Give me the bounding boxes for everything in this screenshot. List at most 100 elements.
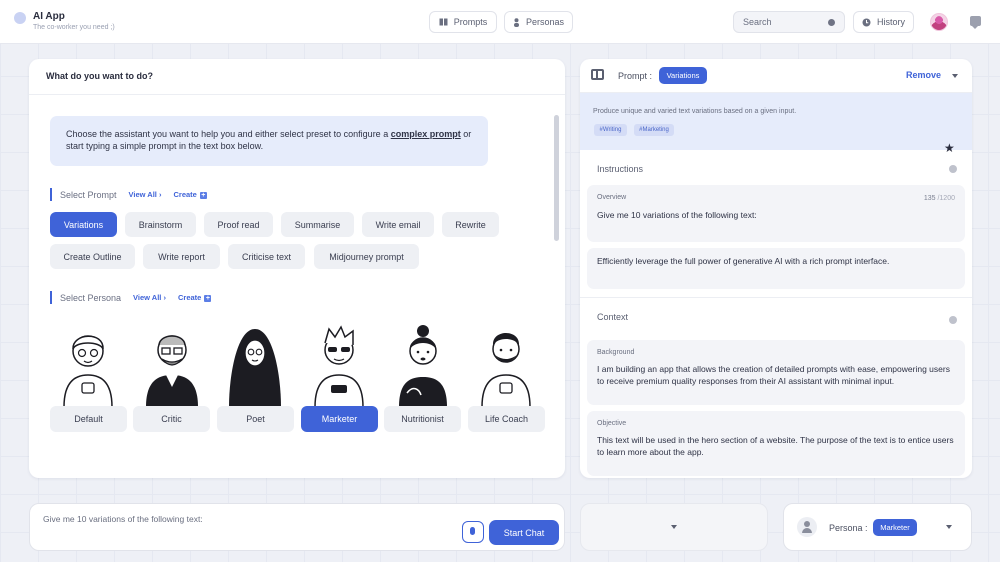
panel-header: What do you want to do?: [29, 59, 565, 95]
chevron-down-icon[interactable]: [946, 525, 952, 529]
prompts-button[interactable]: Prompts: [429, 11, 497, 33]
prompt-badge: Variations: [659, 67, 707, 84]
persona-button-nutritionist[interactable]: Nutritionist: [384, 406, 461, 432]
star-icon[interactable]: ★: [944, 142, 955, 154]
prompt-chip-variations[interactable]: Variations: [50, 212, 117, 237]
view-all-label: View All: [128, 190, 157, 199]
prompt-chip-brainstorm[interactable]: Brainstorm: [125, 212, 196, 237]
select-persona-label: Select Persona: [60, 292, 122, 303]
user-avatar[interactable]: [930, 13, 948, 31]
history-button[interactable]: History: [853, 11, 914, 33]
plus-icon: +: [204, 295, 212, 302]
secondary-text-field[interactable]: Efficiently leverage the full power of g…: [587, 248, 965, 289]
info-text-start: Choose the assistant you want to help yo…: [66, 129, 391, 139]
persona-life-coach-illustration[interactable]: [476, 323, 536, 407]
persona-selector[interactable]: Persona : Marketer: [783, 503, 972, 551]
select-prompt-label: Select Prompt: [60, 189, 117, 200]
complex-prompt-link[interactable]: complex prompt: [391, 129, 461, 139]
prompt-chip-proof-read[interactable]: Proof read: [204, 212, 273, 237]
view-all-prompts-link[interactable]: View All ›: [129, 190, 162, 199]
select-persona-header: Select Persona View All › Create +: [50, 291, 223, 304]
microphone-icon[interactable]: [462, 521, 484, 543]
persona-button-default[interactable]: Default: [50, 406, 127, 432]
background-label: Background: [597, 349, 635, 356]
view-all-label: View All: [133, 293, 162, 302]
section-divider: [580, 297, 972, 298]
personas-button-label: Personas: [525, 17, 565, 27]
section-marker: [50, 188, 52, 201]
persona-button-poet[interactable]: Poet: [217, 406, 294, 432]
persona-label: Persona :: [829, 523, 868, 533]
chevron-down-icon[interactable]: [952, 74, 958, 78]
search-placeholder: Search: [743, 17, 772, 27]
book-icon: [439, 18, 448, 26]
prompt-description-box: Produce unique and varied text variation…: [580, 93, 972, 154]
background-text: I am building an app that allows the cre…: [597, 364, 950, 386]
prompt-detail-panel: Prompt : Variations Remove Produce uniqu…: [580, 59, 972, 478]
persona-nutritionist-illustration[interactable]: [393, 323, 453, 407]
prompt-chip-criticise-text[interactable]: Criticise text: [228, 244, 305, 269]
panel-question: What do you want to do?: [46, 71, 153, 81]
view-all-personas-link[interactable]: View All ›: [133, 293, 166, 302]
search-input[interactable]: Search: [733, 11, 845, 33]
persona-critic-illustration[interactable]: [142, 323, 202, 407]
personas-button[interactable]: Personas: [504, 11, 573, 33]
prompt-description: Produce unique and varied text variation…: [593, 108, 797, 115]
remove-button[interactable]: Remove: [906, 70, 941, 80]
section-marker: [50, 291, 52, 304]
prompt-chip-write-report[interactable]: Write report: [143, 244, 220, 269]
background-field[interactable]: Background I am building an app that all…: [587, 340, 965, 405]
prompt-chip-create-outline[interactable]: Create Outline: [50, 244, 135, 269]
persona-button-marketer[interactable]: Marketer: [301, 406, 378, 432]
plus-icon: +: [199, 192, 207, 199]
start-chat-button[interactable]: Start Chat: [489, 520, 559, 545]
prompts-button-label: Prompts: [453, 17, 488, 27]
top-bar: AI App The co-worker you need ;) Prompts…: [0, 0, 1000, 44]
app-logo-icon: [14, 12, 26, 24]
tag-writing[interactable]: #Writing: [594, 124, 627, 136]
instructions-toggle-icon[interactable]: [949, 165, 957, 173]
persona-marketer-illustration[interactable]: [309, 323, 369, 407]
persona-default-illustration[interactable]: [58, 323, 118, 407]
persona-button-life-coach[interactable]: Life Coach: [468, 406, 545, 432]
overview-field[interactable]: Overview 135 /1200 Give me 10 variations…: [587, 185, 965, 242]
chevron-right-icon: ›: [158, 190, 162, 199]
person-icon: [797, 517, 817, 537]
clock-icon: [862, 18, 871, 26]
instructions-label: Instructions: [597, 164, 644, 174]
persona-badge: Marketer: [873, 519, 917, 536]
prompt-builder-panel: What do you want to do? Choose the assis…: [29, 59, 565, 478]
create-label: Create: [173, 190, 197, 199]
prompt-chip-summarise[interactable]: Summarise: [281, 212, 354, 237]
model-dropdown[interactable]: [580, 503, 768, 551]
tag-marketing[interactable]: #Marketing: [634, 124, 674, 136]
panel-scrollbar[interactable]: [554, 115, 559, 241]
chat-bubble-icon[interactable]: [970, 16, 981, 29]
create-label: Create: [178, 293, 202, 302]
overview-label: Overview: [597, 194, 627, 201]
overview-text: Give me 10 variations of the following t…: [597, 210, 757, 220]
book-icon: [591, 69, 604, 80]
character-counter: 135 /1200: [924, 195, 955, 202]
create-prompt-link[interactable]: Create +: [173, 190, 207, 199]
prompt-chip-write-email[interactable]: Write email: [362, 212, 434, 237]
persona-poet-illustration[interactable]: [225, 323, 285, 407]
chat-input[interactable]: Give me 10 variations of the following t…: [29, 503, 565, 551]
search-icon[interactable]: [828, 19, 835, 26]
prompt-detail-header: Prompt : Variations Remove: [580, 59, 972, 93]
prompt-chip-midjourney-prompt[interactable]: Midjourney prompt: [314, 244, 419, 269]
select-prompt-header: Select Prompt View All › Create +: [50, 188, 219, 201]
context-toggle-icon[interactable]: [949, 316, 957, 324]
app-title: AI App: [33, 11, 65, 22]
chat-input-text: Give me 10 variations of the following t…: [43, 514, 203, 524]
person-icon: [513, 17, 519, 27]
objective-field[interactable]: Objective This text will be used in the …: [587, 411, 965, 476]
objective-text: This text will be used in the hero secti…: [597, 435, 954, 457]
prompt-label: Prompt :: [618, 71, 653, 81]
chevron-down-icon: [671, 525, 677, 529]
persona-button-critic[interactable]: Critic: [133, 406, 210, 432]
objective-label: Objective: [597, 420, 627, 427]
prompt-chip-rewrite[interactable]: Rewrite: [442, 212, 499, 237]
create-persona-link[interactable]: Create +: [178, 293, 212, 302]
app-subtitle: The co-worker you need ;): [33, 24, 115, 31]
